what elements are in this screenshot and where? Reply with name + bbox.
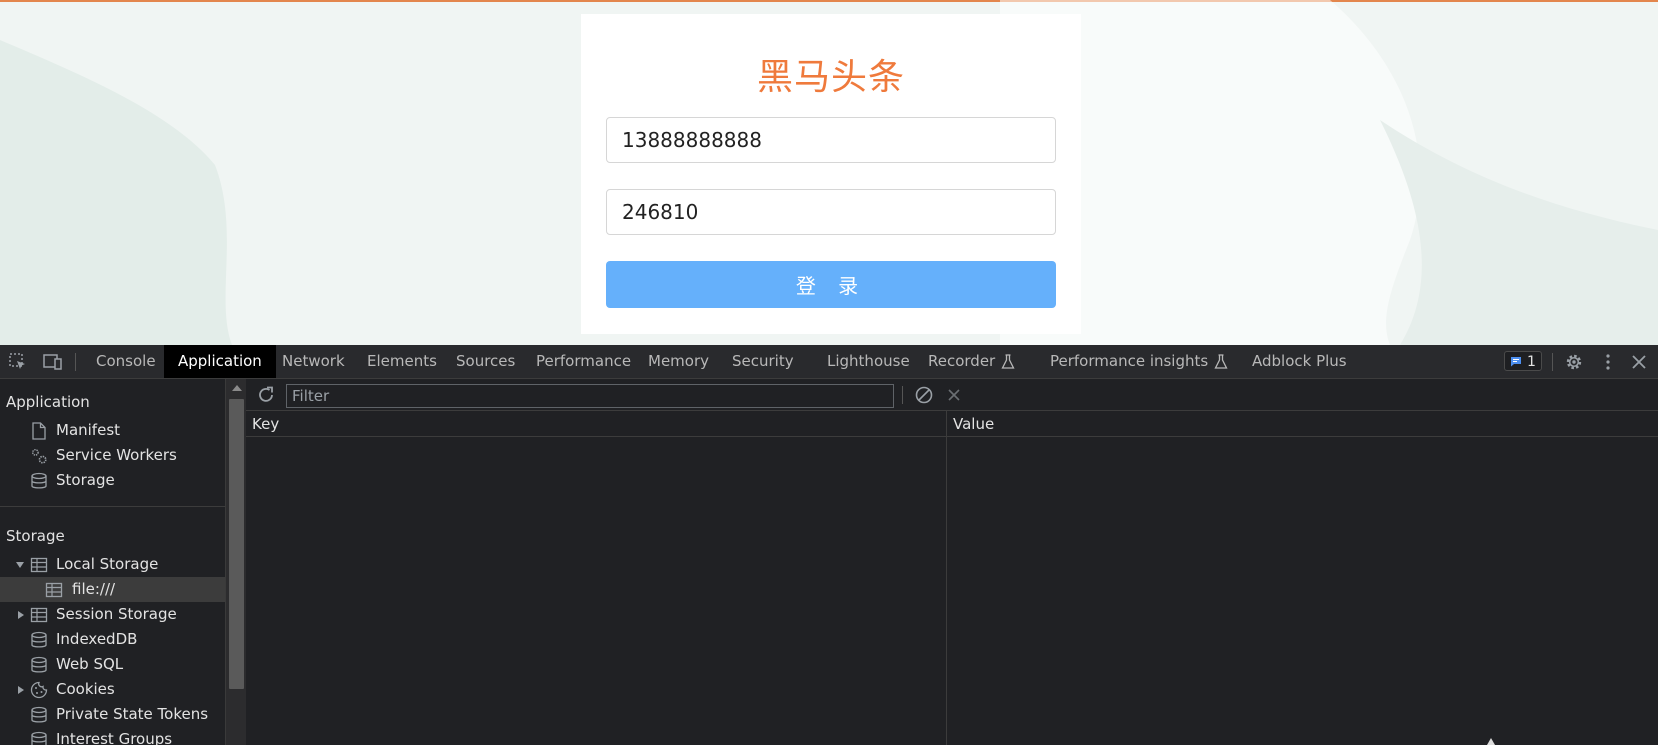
column-divider[interactable] — [946, 411, 947, 745]
database-icon — [31, 731, 47, 745]
expand-arrow-right-icon[interactable] — [16, 685, 26, 695]
sidebar-item-cookies[interactable]: Cookies — [0, 677, 225, 702]
column-header-value[interactable]: Value — [947, 411, 1658, 437]
clear-all-icon[interactable] — [914, 385, 934, 405]
sidebar-item-local-storage-file[interactable]: file:/// — [0, 577, 225, 602]
scrollbar-thumb[interactable] — [229, 399, 244, 689]
flask-icon — [1214, 353, 1228, 369]
database-icon — [31, 656, 47, 673]
sidebar-item-label: Service Workers — [56, 446, 177, 464]
sidebar-item-web-sql[interactable]: Web SQL — [0, 652, 225, 677]
tab-elements[interactable]: Elements — [357, 345, 447, 378]
sidebar-header-storage: Storage — [6, 527, 65, 545]
sidebar-item-manifest[interactable]: Manifest — [0, 418, 225, 443]
mouse-cursor — [1487, 738, 1495, 745]
document-icon — [32, 422, 46, 440]
tab-lighthouse[interactable]: Lighthouse — [817, 345, 920, 378]
tab-sources[interactable]: Sources — [446, 345, 525, 378]
sidebar-divider — [0, 506, 225, 507]
sidebar-scrollbar[interactable] — [225, 379, 246, 745]
devtools-panel: Console Application Network Elements Sou… — [0, 345, 1658, 745]
gears-icon — [31, 448, 47, 464]
tab-console[interactable]: Console — [86, 345, 166, 378]
sidebar-item-service-workers[interactable]: Service Workers — [0, 443, 225, 468]
inspect-element-icon[interactable] — [8, 352, 28, 372]
device-toolbar-icon[interactable] — [42, 352, 62, 372]
sidebar-item-interest-groups[interactable]: Interest Groups — [0, 727, 225, 745]
sidebar-item-indexeddb[interactable]: IndexedDB — [0, 627, 225, 652]
sidebar-item-label: file:/// — [72, 580, 116, 598]
login-button[interactable]: 登 录 — [606, 261, 1056, 308]
sidebar-item-label: Private State Tokens — [56, 705, 209, 723]
sidebar-item-label: IndexedDB — [56, 630, 138, 648]
tab-performance-insights[interactable]: Performance insights — [1040, 345, 1238, 378]
issues-badge[interactable]: 1 — [1504, 351, 1542, 371]
flask-icon — [1001, 353, 1015, 369]
sidebar-header-application: Application — [6, 393, 90, 411]
sidebar-item-session-storage[interactable]: Session Storage — [0, 602, 225, 627]
database-icon — [31, 472, 47, 489]
close-icon[interactable] — [1629, 352, 1649, 372]
phone-input[interactable]: 13888888888 — [606, 117, 1056, 163]
tab-recorder[interactable]: Recorder — [918, 345, 1025, 378]
expand-arrow-down-icon[interactable] — [15, 560, 25, 570]
delete-selected-icon[interactable] — [944, 385, 964, 405]
cookie-icon — [30, 681, 48, 699]
more-vert-icon[interactable] — [1598, 352, 1618, 372]
table-icon — [30, 607, 48, 623]
sidebar-item-label: Cookies — [56, 680, 115, 698]
tab-network[interactable]: Network — [272, 345, 355, 378]
database-icon — [31, 631, 47, 648]
tab-performance-insights-label: Performance insights — [1050, 352, 1209, 370]
devtools-toolbar: Console Application Network Elements Sou… — [0, 345, 1658, 379]
application-sidebar: Application Manifest Service Workers Sto… — [0, 379, 225, 745]
sidebar-item-label: Local Storage — [56, 555, 159, 573]
issues-count: 1 — [1527, 354, 1536, 370]
page-viewport: 黑马头条 13888888888 246810 登 录 — [0, 0, 1658, 345]
tab-security[interactable]: Security — [722, 345, 804, 378]
tab-memory[interactable]: Memory — [638, 345, 719, 378]
storage-pane: Filter Key Value — [246, 379, 1658, 745]
tab-recorder-label: Recorder — [928, 352, 996, 370]
table-icon — [45, 582, 63, 598]
sidebar-item-label: Interest Groups — [56, 730, 173, 745]
tab-performance[interactable]: Performance — [526, 345, 641, 378]
app-title: 黑马头条 — [756, 57, 905, 98]
settings-gear-icon[interactable] — [1564, 352, 1584, 372]
issues-icon — [1511, 357, 1521, 367]
sidebar-item-local-storage[interactable]: Local Storage — [0, 552, 225, 577]
scroll-up-arrow-icon[interactable] — [232, 385, 242, 391]
tab-application[interactable]: Application — [164, 345, 276, 378]
sidebar-item-label: Manifest — [56, 421, 121, 439]
filter-input[interactable]: Filter — [286, 384, 894, 408]
sidebar-item-label: Storage — [56, 471, 115, 489]
sidebar-item-storage[interactable]: Storage — [0, 468, 225, 493]
sidebar-item-label: Web SQL — [56, 655, 124, 673]
login-card: 黑马头条 13888888888 246810 登 录 — [581, 14, 1081, 334]
column-header-key[interactable]: Key — [246, 411, 946, 437]
sidebar-item-private-state-tokens[interactable]: Private State Tokens — [0, 702, 225, 727]
refresh-icon[interactable] — [256, 385, 276, 405]
table-icon — [30, 557, 48, 573]
tab-adblock-plus[interactable]: Adblock Plus — [1242, 345, 1357, 378]
expand-arrow-right-icon[interactable] — [16, 610, 26, 620]
verification-code-input[interactable]: 246810 — [606, 189, 1056, 235]
database-icon — [31, 706, 47, 723]
sidebar-item-label: Session Storage — [56, 605, 177, 623]
storage-toolbar: Filter — [246, 379, 1658, 411]
